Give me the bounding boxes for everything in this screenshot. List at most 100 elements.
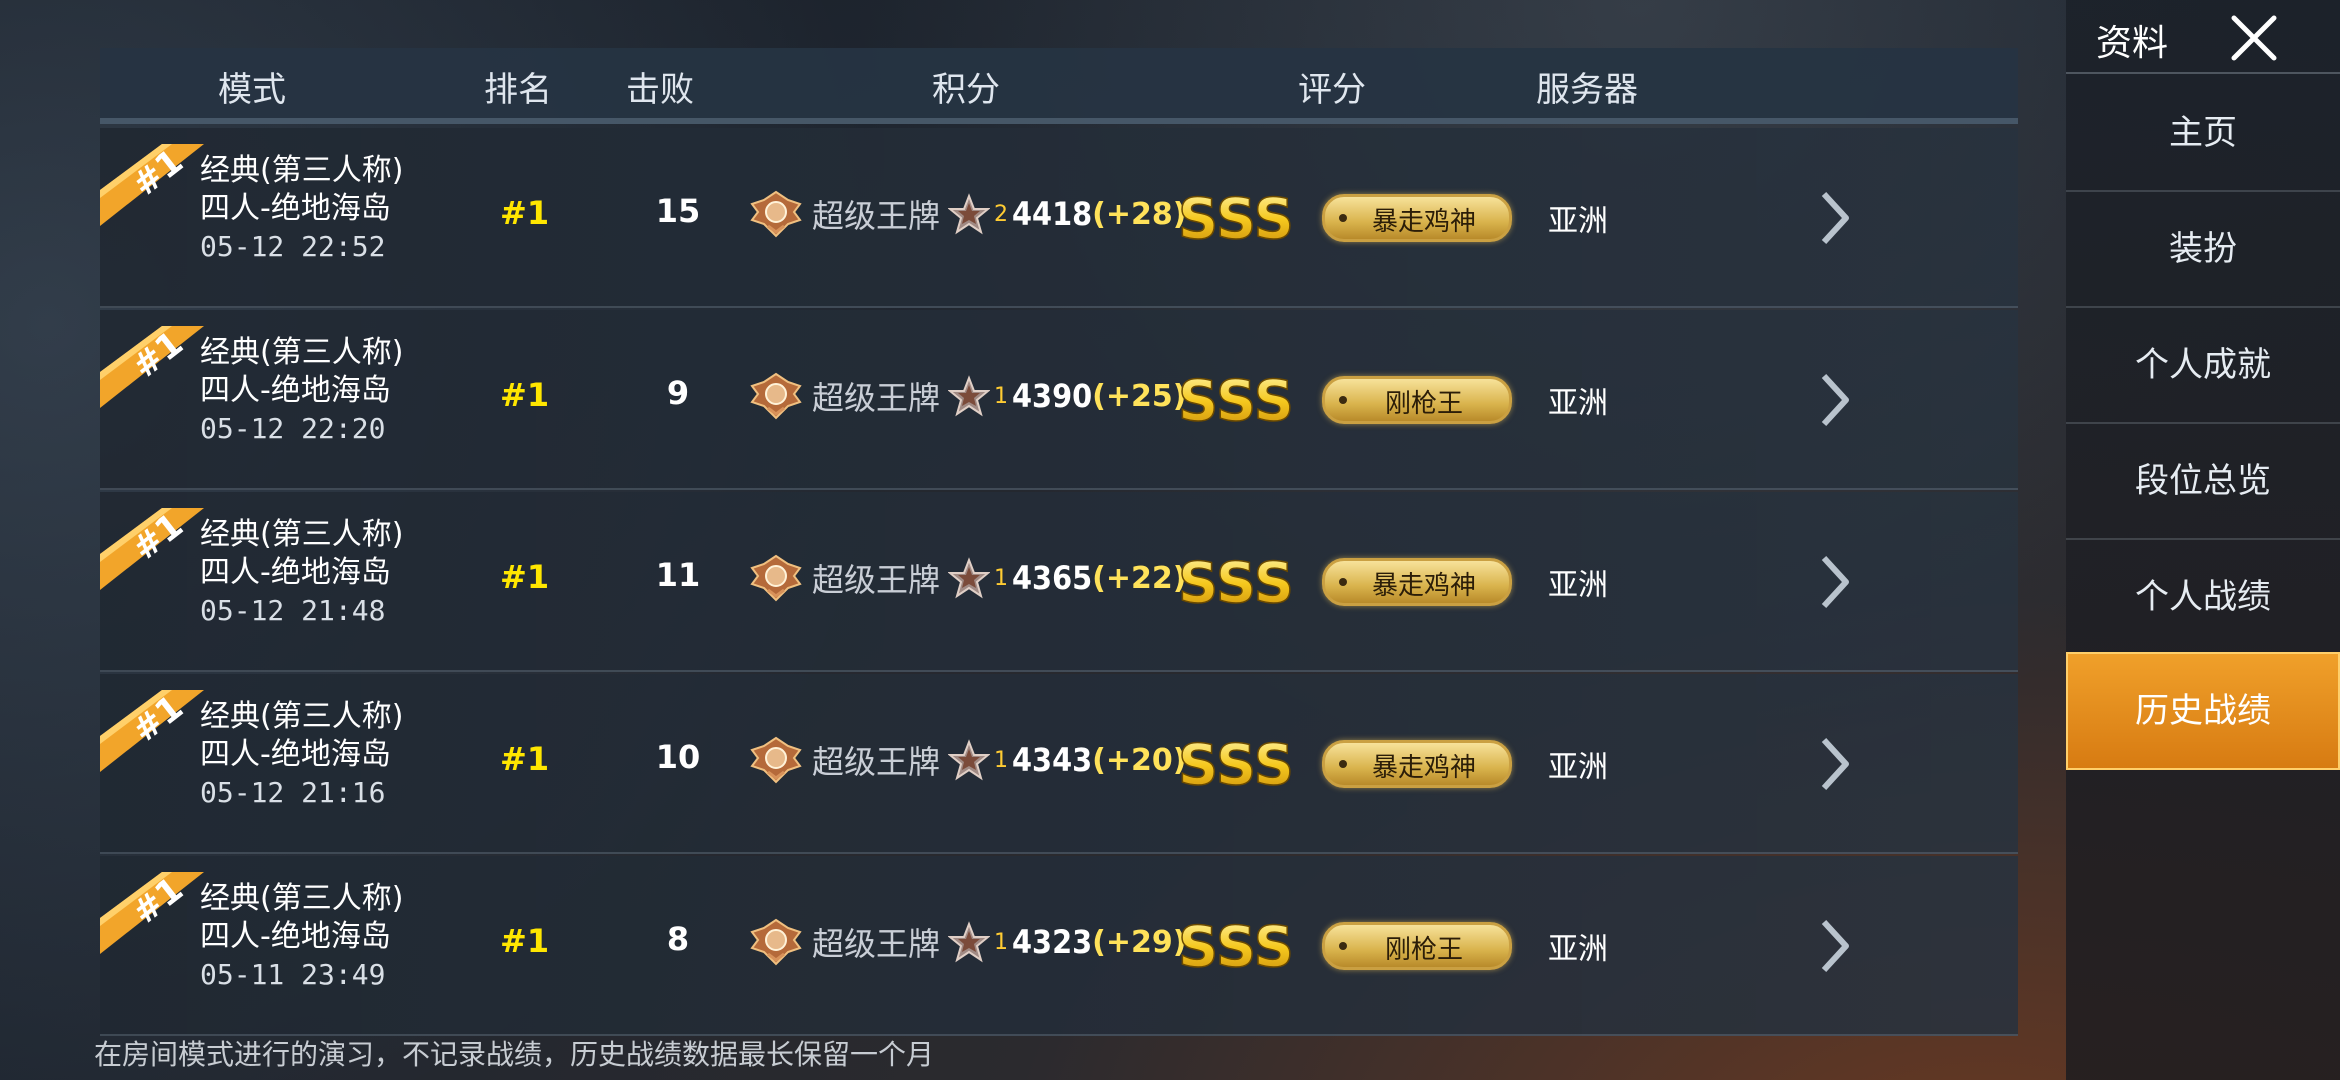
tier-name: 超级王牌	[812, 743, 941, 781]
tier-name: 超级王牌	[812, 561, 941, 599]
points-delta: (+29)	[1092, 924, 1187, 960]
map-name: 四人-绝地海岛	[200, 919, 391, 954]
title-text: 暴走鸡神	[1371, 207, 1476, 237]
mode-info: 经典(第三人称) 四人-绝地海岛 05-12 22:20	[200, 334, 403, 448]
sidebar-item-2[interactable]: 个人成就	[2066, 308, 2340, 424]
sidebar-item-3[interactable]: 段位总览	[2066, 424, 2340, 540]
title-badge: 暴走鸡神	[1322, 558, 1512, 606]
rank-value: #1	[500, 558, 550, 596]
points-value: 4343	[1012, 741, 1093, 779]
chevron-right-icon[interactable]	[1816, 552, 1856, 612]
rank-value: #1	[500, 740, 550, 778]
ace-tier-icon	[750, 554, 802, 602]
chevron-right-icon[interactable]	[1816, 734, 1856, 794]
title-badge: 暴走鸡神	[1322, 740, 1512, 788]
sidebar-item-1[interactable]: 装扮	[2066, 192, 2340, 308]
svg-text:SSS: SSS	[1178, 187, 1294, 250]
server-value: 亚洲	[1548, 750, 1608, 785]
score-info: 超级王牌 1 4365 (+22)	[748, 550, 1186, 606]
kills-value: 11	[655, 556, 701, 594]
match-date: 05-12 21:16	[200, 776, 386, 809]
mode-name: 经典(第三人称)	[200, 517, 404, 552]
points-value: 4323	[1012, 923, 1093, 961]
star-icon	[948, 375, 991, 417]
mode-name: 经典(第三人称)	[200, 153, 404, 188]
star-level: 1	[994, 565, 1009, 591]
star-level: 2	[994, 201, 1009, 227]
grade-sss-icon: SSS	[1178, 732, 1295, 796]
score-info: 超级王牌 1 4343 (+20)	[748, 732, 1186, 788]
rank-value: #1	[500, 922, 550, 960]
sidebar-header: 资料	[2066, 0, 2340, 74]
ace-tier-icon	[750, 918, 802, 966]
close-icon[interactable]	[2226, 10, 2282, 66]
star-icon	[948, 739, 991, 781]
rank-value: #1	[500, 376, 550, 414]
kills-value: 10	[655, 738, 701, 776]
match-history-table: 模式 排名 击败 积分 评分 服务器 #1 经典(第三人称) 四人-绝地海岛 0…	[100, 48, 2018, 1036]
map-name: 四人-绝地海岛	[200, 373, 391, 408]
star-icon	[948, 193, 991, 235]
grade-sss-icon: SSS	[1178, 550, 1295, 614]
chevron-right-icon[interactable]	[1816, 916, 1856, 976]
sidebar-item-0[interactable]: 主页	[2066, 76, 2340, 192]
table-row[interactable]: #1 经典(第三人称) 四人-绝地海岛 05-12 22:52 #1 15 超级…	[100, 128, 2018, 308]
tier-name: 超级王牌	[812, 379, 941, 417]
header-mode: 模式	[218, 70, 286, 110]
points-value: 4418	[1012, 195, 1093, 233]
score-info: 超级王牌 2 4418 (+28)	[748, 186, 1186, 242]
ace-tier-icon	[750, 372, 802, 420]
kills-value: 15	[655, 192, 701, 230]
points-delta: (+20)	[1092, 742, 1187, 778]
points-value: 4390	[1012, 377, 1093, 415]
match-date: 05-12 21:48	[200, 594, 386, 627]
title-badge: 刚枪王	[1322, 922, 1512, 970]
points-delta: (+22)	[1092, 560, 1187, 596]
ace-tier-icon	[750, 736, 802, 784]
server-value: 亚洲	[1548, 568, 1608, 603]
chevron-right-icon[interactable]	[1816, 370, 1856, 430]
chevron-right-icon[interactable]	[1816, 188, 1856, 248]
map-name: 四人-绝地海岛	[200, 737, 391, 772]
table-row[interactable]: #1 经典(第三人称) 四人-绝地海岛 05-11 23:49 #1 8 超级王…	[100, 856, 2018, 1036]
table-header: 模式 排名 击败 积分 评分 服务器	[100, 48, 2018, 124]
mode-name: 经典(第三人称)	[200, 699, 404, 734]
mode-name: 经典(第三人称)	[200, 881, 404, 916]
server-value: 亚洲	[1548, 932, 1608, 967]
tier-name: 超级王牌	[812, 925, 941, 963]
footer-note: 在房间模式进行的演习，不记录战绩，历史战绩数据最长保留一个月	[94, 1038, 935, 1071]
table-row[interactable]: #1 经典(第三人称) 四人-绝地海岛 05-12 21:16 #1 10 超级…	[100, 674, 2018, 854]
header-kills: 击败	[626, 70, 694, 110]
map-name: 四人-绝地海岛	[200, 555, 391, 590]
mode-info: 经典(第三人称) 四人-绝地海岛 05-12 22:52	[200, 152, 403, 266]
title-text: 暴走鸡神	[1371, 571, 1476, 601]
star-icon	[948, 557, 991, 599]
sidebar-item-5[interactable]: 历史战绩	[2066, 652, 2340, 770]
match-date: 05-12 22:52	[200, 230, 386, 263]
match-date: 05-12 22:20	[200, 412, 386, 445]
match-date: 05-11 23:49	[200, 958, 386, 991]
server-value: 亚洲	[1548, 386, 1608, 421]
title-text: 暴走鸡神	[1371, 753, 1476, 783]
tier-name: 超级王牌	[812, 197, 941, 235]
header-rating: 评分	[1298, 70, 1366, 110]
star-level: 1	[994, 383, 1009, 409]
score-info: 超级王牌 1 4390 (+25)	[748, 368, 1186, 424]
grade-sss-icon: SSS	[1178, 914, 1295, 978]
table-row[interactable]: #1 经典(第三人称) 四人-绝地海岛 05-12 21:48 #1 11 超级…	[100, 492, 2018, 672]
map-name: 四人-绝地海岛	[200, 191, 391, 226]
grade-sss-icon: SSS	[1178, 186, 1295, 250]
mode-info: 经典(第三人称) 四人-绝地海岛 05-11 23:49	[200, 880, 403, 994]
points-value: 4365	[1012, 559, 1093, 597]
points-delta: (+28)	[1092, 196, 1187, 232]
title-badge: 暴走鸡神	[1322, 194, 1512, 242]
sidebar-title: 资料	[2096, 23, 2169, 64]
header-rank: 排名	[484, 70, 552, 110]
sidebar-item-4[interactable]: 个人战绩	[2066, 540, 2340, 656]
mode-name: 经典(第三人称)	[200, 335, 404, 370]
mode-info: 经典(第三人称) 四人-绝地海岛 05-12 21:48	[200, 516, 403, 630]
star-level: 1	[994, 929, 1009, 955]
table-row[interactable]: #1 经典(第三人称) 四人-绝地海岛 05-12 22:20 #1 9 超级王…	[100, 310, 2018, 490]
score-info: 超级王牌 1 4323 (+29)	[748, 914, 1186, 970]
kills-value: 8	[666, 920, 690, 958]
